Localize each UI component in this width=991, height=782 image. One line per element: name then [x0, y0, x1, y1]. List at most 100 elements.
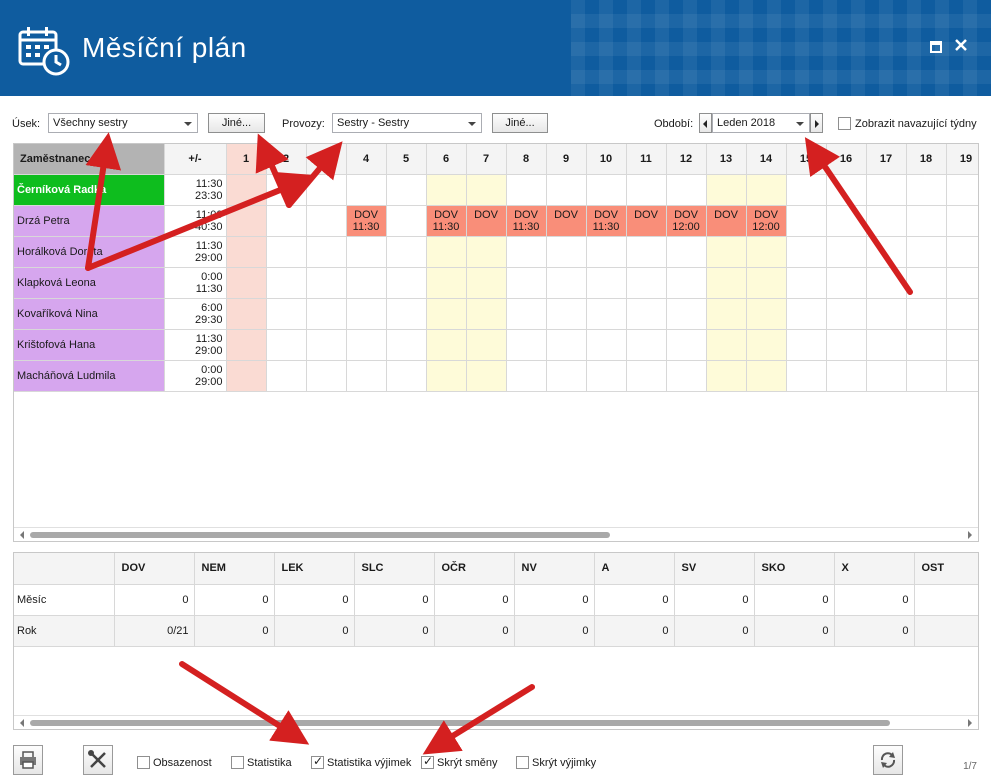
day-cell[interactable]: [666, 298, 707, 330]
day-cell[interactable]: [906, 360, 947, 392]
day-cell[interactable]: [666, 267, 707, 299]
day-cell[interactable]: [306, 360, 347, 392]
scroll-right-icon[interactable]: [968, 531, 972, 539]
day-cell[interactable]: [906, 205, 947, 237]
day-column-header-9[interactable]: 9: [546, 144, 587, 175]
day-cell[interactable]: [306, 174, 347, 206]
day-cell[interactable]: [346, 298, 387, 330]
day-column-header-6[interactable]: 6: [426, 144, 467, 175]
day-cell[interactable]: DOV 11:30: [426, 205, 467, 237]
day-column-header-15[interactable]: 15: [786, 144, 827, 175]
day-cell[interactable]: [266, 174, 307, 206]
day-cell[interactable]: DOV 11:30: [346, 205, 387, 237]
day-cell[interactable]: [626, 174, 667, 206]
day-cell[interactable]: [346, 267, 387, 299]
day-cell[interactable]: [586, 360, 627, 392]
day-cell[interactable]: [586, 329, 627, 361]
day-cell[interactable]: [586, 267, 627, 299]
day-column-header-19[interactable]: 19: [946, 144, 978, 175]
day-cell[interactable]: DOV: [466, 205, 507, 237]
day-cell[interactable]: DOV: [706, 205, 747, 237]
day-cell[interactable]: DOV 12:00: [746, 205, 787, 237]
day-cell[interactable]: [946, 174, 978, 206]
day-cell[interactable]: [906, 298, 947, 330]
period-prev-button[interactable]: [699, 113, 712, 133]
day-cell[interactable]: [426, 360, 467, 392]
day-cell[interactable]: DOV 12:00: [666, 205, 707, 237]
day-cell[interactable]: [706, 360, 747, 392]
day-cell[interactable]: [466, 360, 507, 392]
day-cell[interactable]: DOV 11:30: [506, 205, 547, 237]
stats-column-header-lek[interactable]: LEK: [274, 553, 355, 585]
day-cell[interactable]: [346, 174, 387, 206]
stats-column-header-nv[interactable]: NV: [514, 553, 595, 585]
day-cell[interactable]: [866, 174, 907, 206]
day-column-header-8[interactable]: 8: [506, 144, 547, 175]
usek-select[interactable]: Všechny sestry: [48, 113, 198, 133]
day-cell[interactable]: [306, 329, 347, 361]
day-cell[interactable]: [306, 236, 347, 268]
day-cell[interactable]: [386, 360, 427, 392]
stats-column-header-sv[interactable]: SV: [674, 553, 755, 585]
day-cell[interactable]: [586, 298, 627, 330]
day-cell[interactable]: [506, 360, 547, 392]
usek-other-button[interactable]: Jiné...: [208, 113, 265, 133]
day-cell[interactable]: [626, 360, 667, 392]
day-cell[interactable]: [626, 298, 667, 330]
day-cell[interactable]: [346, 360, 387, 392]
day-column-header-4[interactable]: 4: [346, 144, 387, 175]
day-cell[interactable]: [746, 329, 787, 361]
day-cell[interactable]: [906, 174, 947, 206]
day-cell[interactable]: [426, 298, 467, 330]
day-cell[interactable]: [266, 329, 307, 361]
day-cell[interactable]: [266, 205, 307, 237]
day-column-header-13[interactable]: 13: [706, 144, 747, 175]
day-cell[interactable]: [826, 205, 867, 237]
day-cell[interactable]: [786, 205, 827, 237]
day-cell[interactable]: [506, 236, 547, 268]
stats-horizontal-scrollbar[interactable]: [14, 715, 978, 729]
day-cell[interactable]: [226, 174, 267, 206]
day-cell[interactable]: [426, 329, 467, 361]
day-cell[interactable]: [866, 360, 907, 392]
day-cell[interactable]: [586, 174, 627, 206]
day-cell[interactable]: [266, 298, 307, 330]
day-column-header-14[interactable]: 14: [746, 144, 787, 175]
window-restore-icon[interactable]: [930, 40, 942, 57]
day-cell[interactable]: [826, 329, 867, 361]
employee-name[interactable]: Černíková Radka: [14, 174, 165, 206]
day-cell[interactable]: [546, 267, 587, 299]
employee-name[interactable]: Horálková Dorota: [14, 236, 165, 268]
day-cell[interactable]: [826, 267, 867, 299]
day-column-header-1[interactable]: 1: [226, 144, 267, 175]
scroll-thumb[interactable]: [30, 532, 610, 538]
day-cell[interactable]: [946, 298, 978, 330]
close-icon[interactable]: [955, 38, 967, 55]
day-cell[interactable]: [546, 174, 587, 206]
scroll-thumb[interactable]: [30, 720, 890, 726]
day-cell[interactable]: [666, 329, 707, 361]
day-cell[interactable]: [706, 298, 747, 330]
day-cell[interactable]: [746, 360, 787, 392]
stats-column-header-očr[interactable]: OČR: [434, 553, 515, 585]
day-cell[interactable]: [906, 267, 947, 299]
day-cell[interactable]: [786, 329, 827, 361]
day-cell[interactable]: [946, 236, 978, 268]
scroll-left-icon[interactable]: [20, 531, 24, 539]
day-cell[interactable]: [946, 360, 978, 392]
stats-column-header-ost[interactable]: OST: [914, 553, 978, 585]
checkbox-obsazenost[interactable]: [137, 756, 150, 769]
day-cell[interactable]: [706, 329, 747, 361]
employee-column-header[interactable]: Zaměstnanec: [14, 144, 165, 175]
day-cell[interactable]: [346, 329, 387, 361]
day-cell[interactable]: [506, 174, 547, 206]
day-cell[interactable]: [426, 236, 467, 268]
day-cell[interactable]: [506, 298, 547, 330]
day-column-header-2[interactable]: 2: [266, 144, 307, 175]
day-cell[interactable]: [306, 298, 347, 330]
day-column-header-18[interactable]: 18: [906, 144, 947, 175]
day-cell[interactable]: [786, 298, 827, 330]
day-cell[interactable]: [866, 236, 907, 268]
day-cell[interactable]: [506, 329, 547, 361]
day-column-header-10[interactable]: 10: [586, 144, 627, 175]
